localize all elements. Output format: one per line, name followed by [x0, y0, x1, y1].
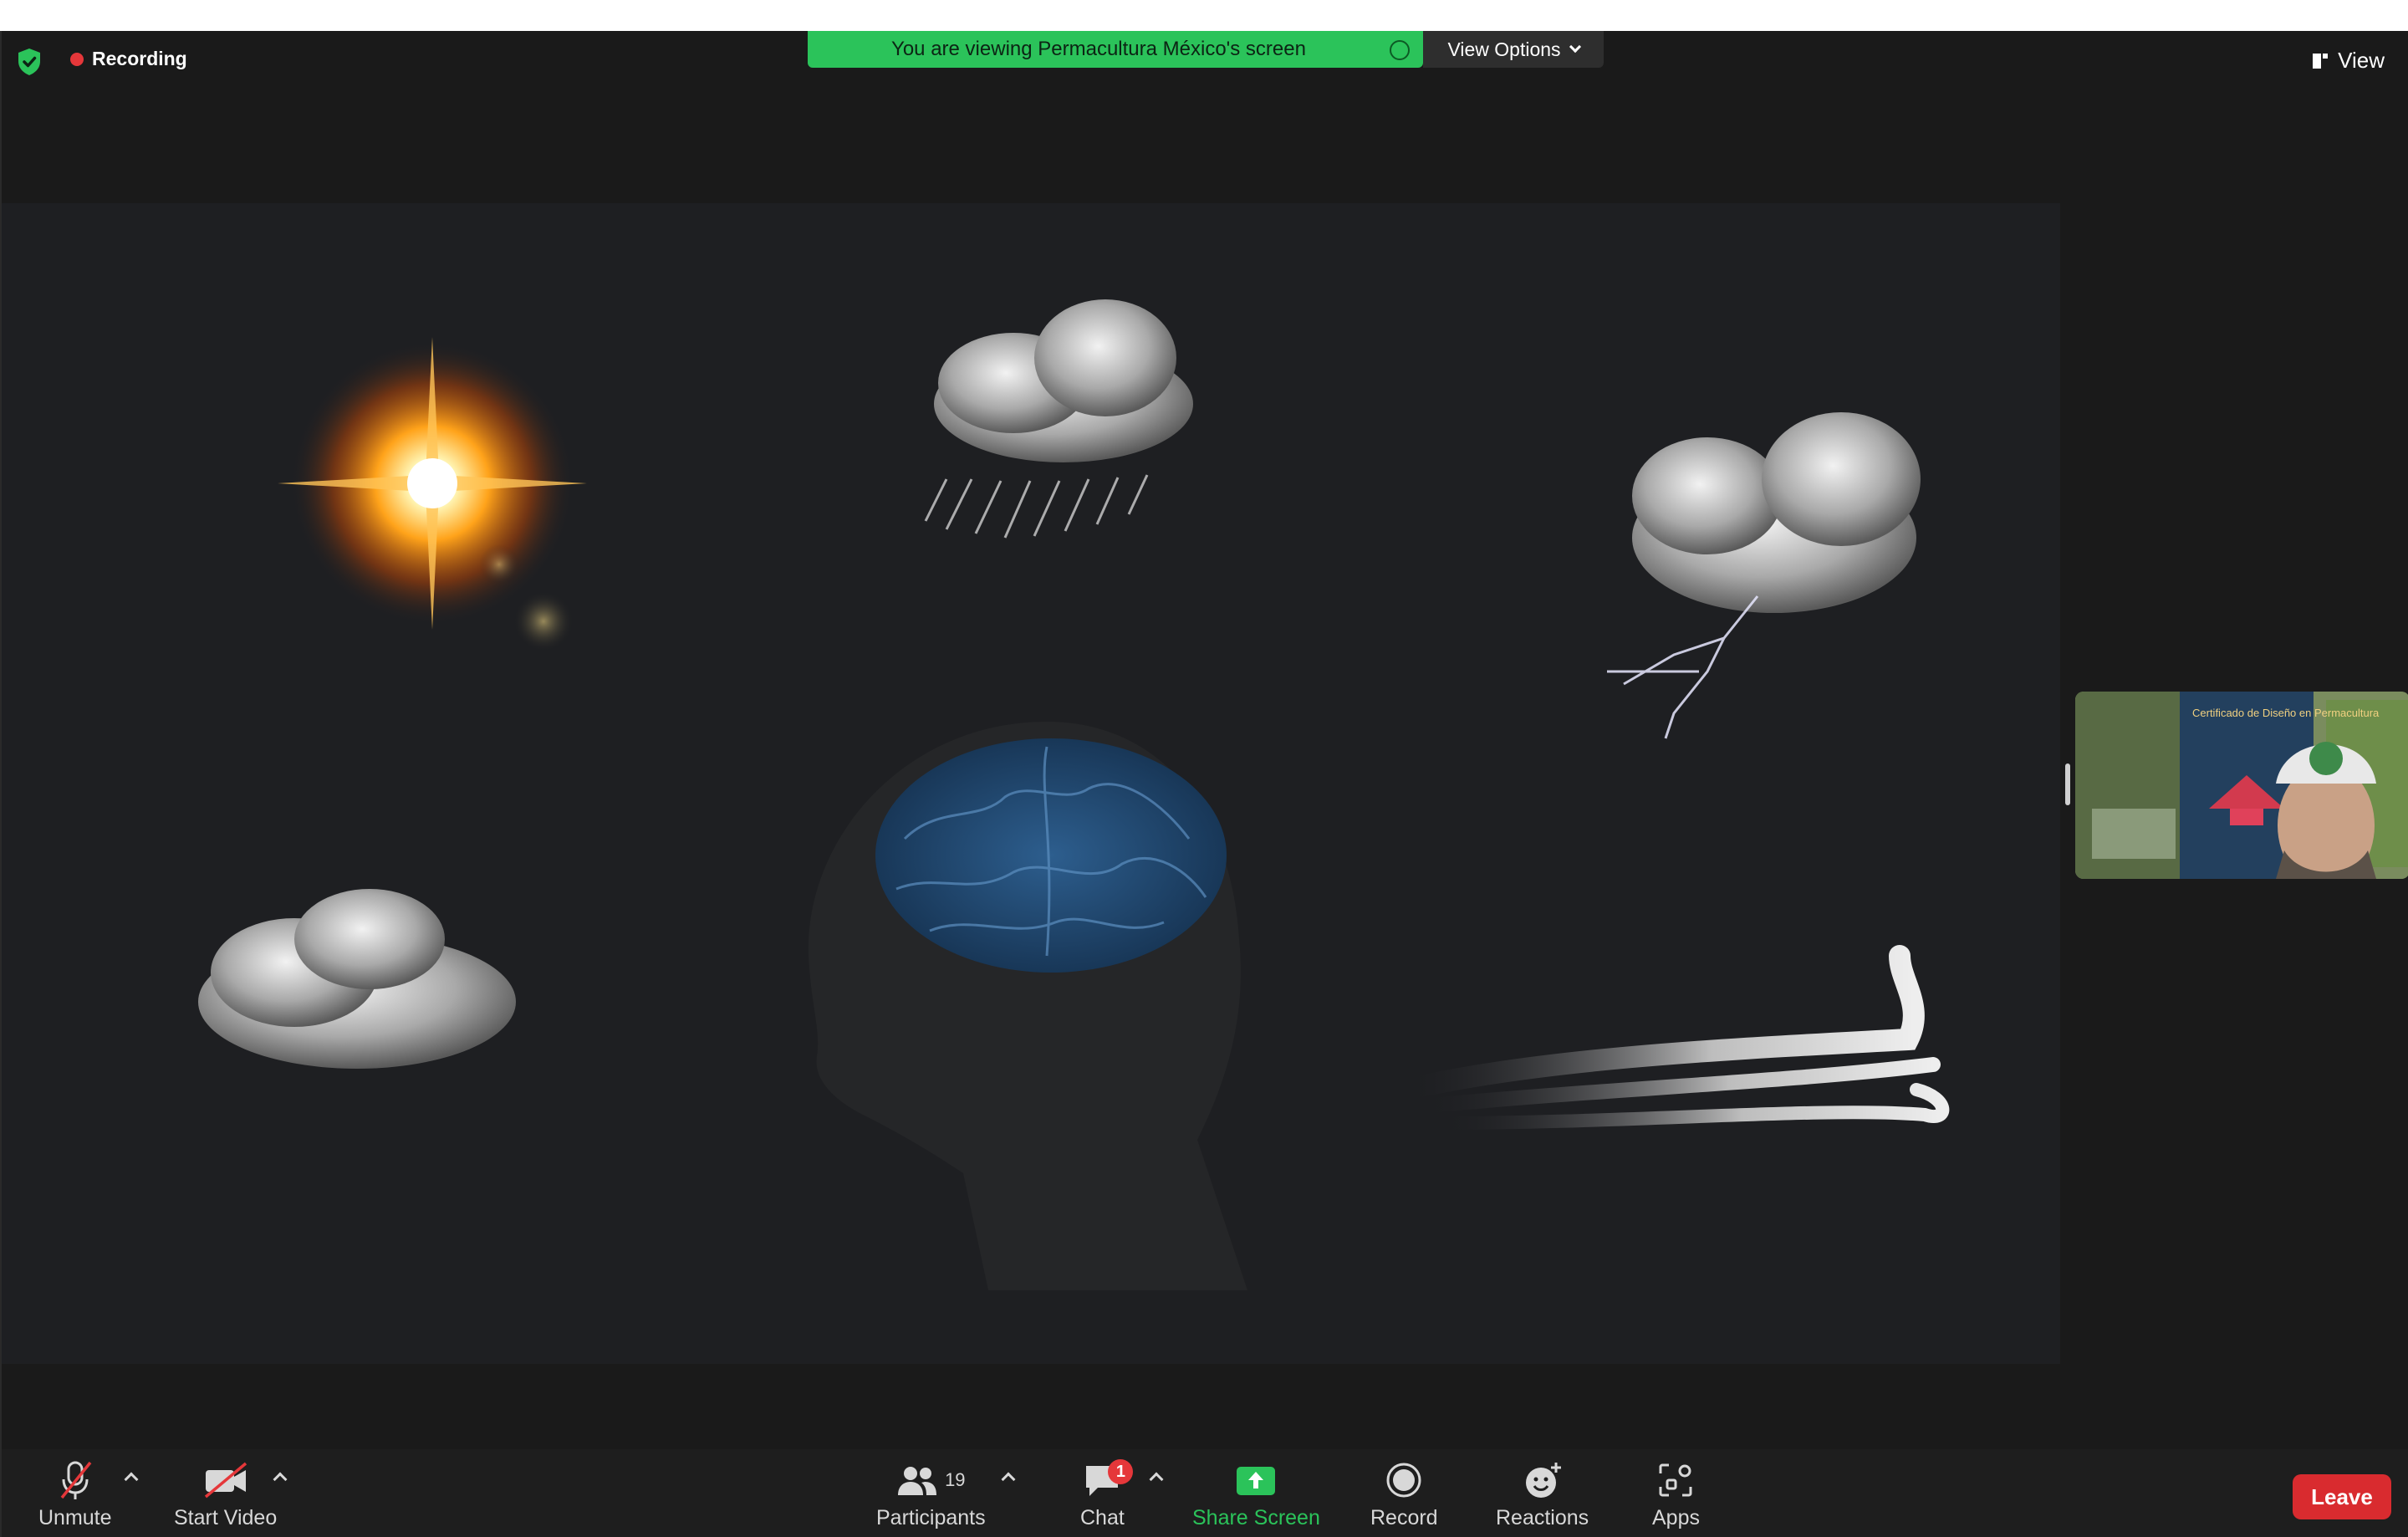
chat-icon-wrap: 1: [1083, 1458, 1134, 1503]
storm-cloud-image: [1607, 412, 1921, 739]
record-label: Record: [1370, 1506, 1438, 1529]
viewing-screen-text: You are viewing Permacultura México's sc…: [891, 38, 1306, 60]
chat-button[interactable]: 1 Chat: [1080, 1458, 1134, 1530]
leave-button[interactable]: Leave: [2293, 1474, 2391, 1519]
participants-button[interactable]: 19 Participants: [876, 1458, 986, 1530]
shared-screen: [2, 203, 2060, 1364]
shield-check-icon[interactable]: [17, 48, 42, 76]
chat-options-caret-icon[interactable]: [1149, 1472, 1164, 1487]
rain-cloud-image: [924, 299, 1193, 539]
start-video-label: Start Video: [174, 1506, 278, 1529]
muted-microphone-icon: [57, 1458, 94, 1503]
view-button[interactable]: View: [2311, 48, 2385, 74]
resize-handle[interactable]: [2065, 763, 2070, 805]
chat-unread-badge: 1: [1108, 1459, 1134, 1484]
participant-video-thumbnail[interactable]: Certificado de Diseño en Permacultura: [2075, 692, 2408, 879]
reactions-label: Reactions: [1496, 1506, 1589, 1529]
participants-icon: [898, 1467, 937, 1495]
chat-label: Chat: [1080, 1506, 1125, 1529]
unmute-button[interactable]: Unmute: [38, 1458, 112, 1530]
head-brain-image: [808, 722, 1247, 1290]
participants-label: Participants: [876, 1506, 986, 1529]
recording-indicator[interactable]: Recording: [70, 48, 187, 70]
reactions-button[interactable]: Reactions: [1496, 1458, 1589, 1530]
share-screen-button[interactable]: Share Screen: [1192, 1458, 1320, 1530]
unmute-label: Unmute: [38, 1506, 112, 1529]
status-ring-icon: [1390, 40, 1410, 60]
record-button[interactable]: Record: [1370, 1458, 1438, 1530]
viewing-screen-banner: You are viewing Permacultura México's sc…: [808, 31, 1423, 68]
view-options-button[interactable]: View Options: [1423, 31, 1604, 68]
share-screen-label: Share Screen: [1192, 1506, 1320, 1529]
view-label: View: [2338, 48, 2385, 73]
wind-image: [1395, 945, 1950, 1130]
share-screen-icon: [1235, 1458, 1277, 1503]
audio-options-caret-icon[interactable]: [124, 1472, 139, 1487]
recording-dot-icon: [70, 52, 84, 66]
chevron-down-icon: [1569, 40, 1581, 54]
sun-image: [278, 337, 587, 651]
apps-label: Apps: [1652, 1506, 1700, 1529]
record-icon: [1385, 1458, 1422, 1503]
participants-icon-wrap: 19: [896, 1458, 966, 1503]
participants-options-caret-icon[interactable]: [1001, 1472, 1016, 1487]
poster-text: Certificado de Diseño en Permacultura: [2192, 707, 2380, 719]
view-icon: [2311, 52, 2329, 70]
meeting-window: Recording You are viewing Permacultura M…: [0, 31, 2408, 1537]
reactions-icon: [1523, 1458, 1563, 1503]
apps-button[interactable]: Apps: [1652, 1458, 1700, 1530]
cloud-image: [198, 889, 516, 1069]
video-off-icon: [202, 1458, 249, 1503]
apps-icon: [1657, 1458, 1694, 1503]
recording-label: Recording: [92, 48, 187, 69]
participants-count: 19: [945, 1469, 966, 1490]
meeting-toolbar: Unmute Start Video 19 Participants 1 Cha…: [2, 1449, 2408, 1537]
start-video-button[interactable]: Start Video: [174, 1458, 277, 1530]
view-options-label: View Options: [1447, 38, 1561, 60]
